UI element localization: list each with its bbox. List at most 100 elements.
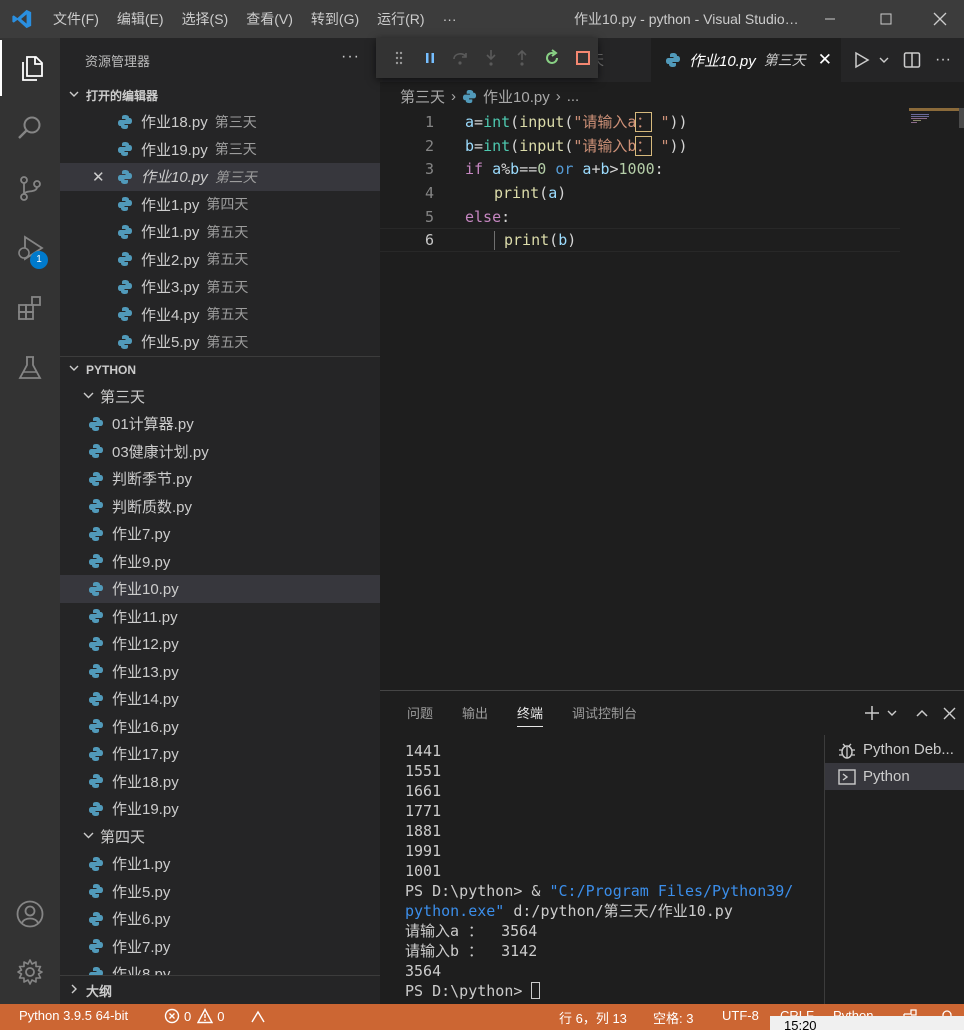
breadcrumb-file[interactable]: 作业10.py bbox=[483, 86, 550, 107]
open-editor-item[interactable]: 作业19.py 第三天 bbox=[60, 136, 380, 164]
tree-file[interactable]: 作业5.py bbox=[60, 878, 380, 906]
split-editor-button[interactable] bbox=[903, 38, 921, 82]
tree-file[interactable]: 作业19.py bbox=[60, 795, 380, 823]
terminal-line: 1551 bbox=[405, 762, 442, 780]
tree-file[interactable]: 判断季节.py bbox=[60, 465, 380, 493]
tree-file[interactable]: 作业13.py bbox=[60, 658, 380, 686]
code-editor[interactable]: 1 a=int(input("请输入a： ")) 2 b=int(input("… bbox=[380, 110, 964, 253]
open-editor-item[interactable]: 作业3.py 第五天 bbox=[60, 273, 380, 301]
menu-selection[interactable]: 选择(S) bbox=[173, 0, 238, 38]
manage-button[interactable] bbox=[0, 944, 60, 1000]
breadcrumb-folder[interactable]: 第三天 bbox=[400, 86, 445, 107]
outline-section[interactable]: 大纲 bbox=[60, 975, 380, 1004]
stop-icon[interactable] bbox=[567, 50, 598, 66]
python-file-icon bbox=[117, 224, 133, 240]
menu-more[interactable]: ··· bbox=[434, 0, 466, 38]
tree-file[interactable]: 判断质数.py bbox=[60, 493, 380, 521]
open-editor-folder: 第五天 bbox=[206, 306, 249, 323]
tree-file[interactable]: 作业1.py bbox=[60, 850, 380, 878]
tree-file[interactable]: 作业16.py bbox=[60, 713, 380, 741]
tree-folder[interactable]: 第四天 bbox=[60, 823, 380, 851]
terminal-line: 3564 bbox=[405, 962, 442, 980]
menu-file[interactable]: 文件(F) bbox=[44, 0, 108, 38]
tree-file[interactable]: 作业7.py bbox=[60, 520, 380, 548]
menu-run[interactable]: 运行(R) bbox=[368, 0, 433, 38]
editor-more-button[interactable]: ··· bbox=[935, 38, 951, 82]
tab-close-icon[interactable]: ✕ bbox=[818, 50, 832, 70]
open-editor-item[interactable]: 作业1.py 第四天 bbox=[60, 191, 380, 219]
close-icon[interactable]: ✕ bbox=[92, 168, 105, 186]
tree-file[interactable]: 03健康计划.py bbox=[60, 438, 380, 466]
search-view-button[interactable] bbox=[0, 100, 60, 156]
menu-edit[interactable]: 编辑(E) bbox=[108, 0, 173, 38]
accounts-button[interactable] bbox=[0, 886, 60, 942]
open-editor-item[interactable]: 作业18.py 第三天 bbox=[60, 108, 380, 136]
tree-file[interactable]: 作业12.py bbox=[60, 630, 380, 658]
tree-file[interactable]: 作业14.py bbox=[60, 685, 380, 713]
source-control-button[interactable] bbox=[0, 160, 60, 216]
open-editor-item[interactable]: ✕ 作业10.py 第三天 bbox=[60, 163, 380, 191]
tab-output[interactable]: 输出 bbox=[462, 691, 488, 735]
taskbar-clock: 15:20 bbox=[770, 1016, 964, 1030]
minimap[interactable] bbox=[909, 108, 964, 128]
tab-active[interactable]: 作业10.py 第三天 ✕ bbox=[651, 38, 841, 82]
open-editor-item[interactable]: 作业5.py 第五天 bbox=[60, 328, 380, 356]
maximize-panel-button[interactable] bbox=[915, 691, 929, 735]
panel-tabs: 问题 输出 终端 调试控制台 bbox=[380, 691, 964, 735]
python-file-icon bbox=[88, 581, 104, 597]
menu-view[interactable]: 查看(V) bbox=[237, 0, 302, 38]
tree-folder[interactable]: 第三天 bbox=[60, 383, 380, 411]
run-button[interactable] bbox=[854, 38, 890, 82]
drag-handle-icon[interactable] bbox=[384, 51, 415, 65]
file-label: 03健康计划.py bbox=[112, 443, 209, 461]
terminal-line: 1001 bbox=[405, 862, 442, 880]
tab-terminal[interactable]: 终端 bbox=[517, 691, 544, 735]
explorer-more-button[interactable]: ··· bbox=[341, 48, 360, 66]
pause-icon[interactable] bbox=[415, 51, 446, 65]
breadcrumb-symbol[interactable]: ... bbox=[567, 88, 580, 105]
step-over-icon[interactable] bbox=[445, 50, 476, 66]
close-window-button[interactable] bbox=[916, 0, 964, 38]
open-editor-item[interactable]: 作业4.py 第五天 bbox=[60, 301, 380, 329]
new-terminal-button[interactable] bbox=[864, 691, 898, 735]
maximize-button[interactable] bbox=[860, 0, 912, 38]
status-problems[interactable]: 0 0 bbox=[164, 1008, 224, 1024]
step-into-icon[interactable] bbox=[476, 49, 507, 67]
run-debug-button[interactable]: 1 bbox=[0, 220, 60, 276]
close-panel-button[interactable] bbox=[943, 691, 956, 735]
tree-file[interactable]: 作业18.py bbox=[60, 768, 380, 796]
status-interpreter[interactable]: Python 3.9.5 64-bit bbox=[19, 1008, 128, 1023]
tree-file[interactable]: 作业10.py bbox=[60, 575, 380, 603]
terminal-prompt: PS D:\python> bbox=[405, 982, 532, 1000]
tree-file[interactable]: 作业17.py bbox=[60, 740, 380, 768]
chevron-down-icon bbox=[66, 363, 82, 376]
extensions-button[interactable] bbox=[0, 280, 60, 336]
open-editor-item[interactable]: 作业1.py 第五天 bbox=[60, 218, 380, 246]
workspace-section[interactable]: PYTHON bbox=[60, 357, 380, 383]
tree-file[interactable]: 作业11.py bbox=[60, 603, 380, 631]
testing-button[interactable] bbox=[0, 340, 60, 396]
file-label: 作业12.py bbox=[112, 636, 179, 654]
open-editors-section[interactable]: 打开的编辑器 bbox=[60, 82, 380, 108]
tree-file[interactable]: 作业9.py bbox=[60, 548, 380, 576]
restart-icon[interactable] bbox=[537, 49, 568, 67]
tree-file[interactable]: 01计算器.py bbox=[60, 410, 380, 438]
tree-file[interactable]: 作业6.py bbox=[60, 905, 380, 933]
status-encoding[interactable]: UTF-8 bbox=[722, 1008, 759, 1023]
tab-problems[interactable]: 问题 bbox=[407, 691, 433, 735]
step-out-icon[interactable] bbox=[506, 49, 537, 67]
python-file-icon bbox=[88, 691, 104, 707]
minimize-button[interactable] bbox=[804, 0, 856, 38]
terminal-output[interactable]: 1441 1551 1661 1771 1881 1991 1001 PS D:\pytho… bbox=[405, 741, 825, 1001]
status-cursor-position[interactable]: 行 6，列 13 bbox=[559, 1008, 627, 1027]
terminal-item-debug[interactable]: Python Deb... bbox=[825, 736, 964, 763]
explorer-view-button[interactable] bbox=[0, 40, 60, 96]
tree-file[interactable]: 作业7.py bbox=[60, 933, 380, 961]
menu-go[interactable]: 转到(G) bbox=[302, 0, 368, 38]
tab-debug-console[interactable]: 调试控制台 bbox=[572, 691, 637, 735]
python-file-icon bbox=[88, 526, 104, 542]
terminal-item-python[interactable]: Python bbox=[825, 763, 964, 790]
open-editor-item[interactable]: 作业2.py 第五天 bbox=[60, 246, 380, 274]
live-share-icon[interactable] bbox=[250, 1008, 266, 1027]
status-indentation[interactable]: 空格: 3 bbox=[653, 1008, 693, 1027]
